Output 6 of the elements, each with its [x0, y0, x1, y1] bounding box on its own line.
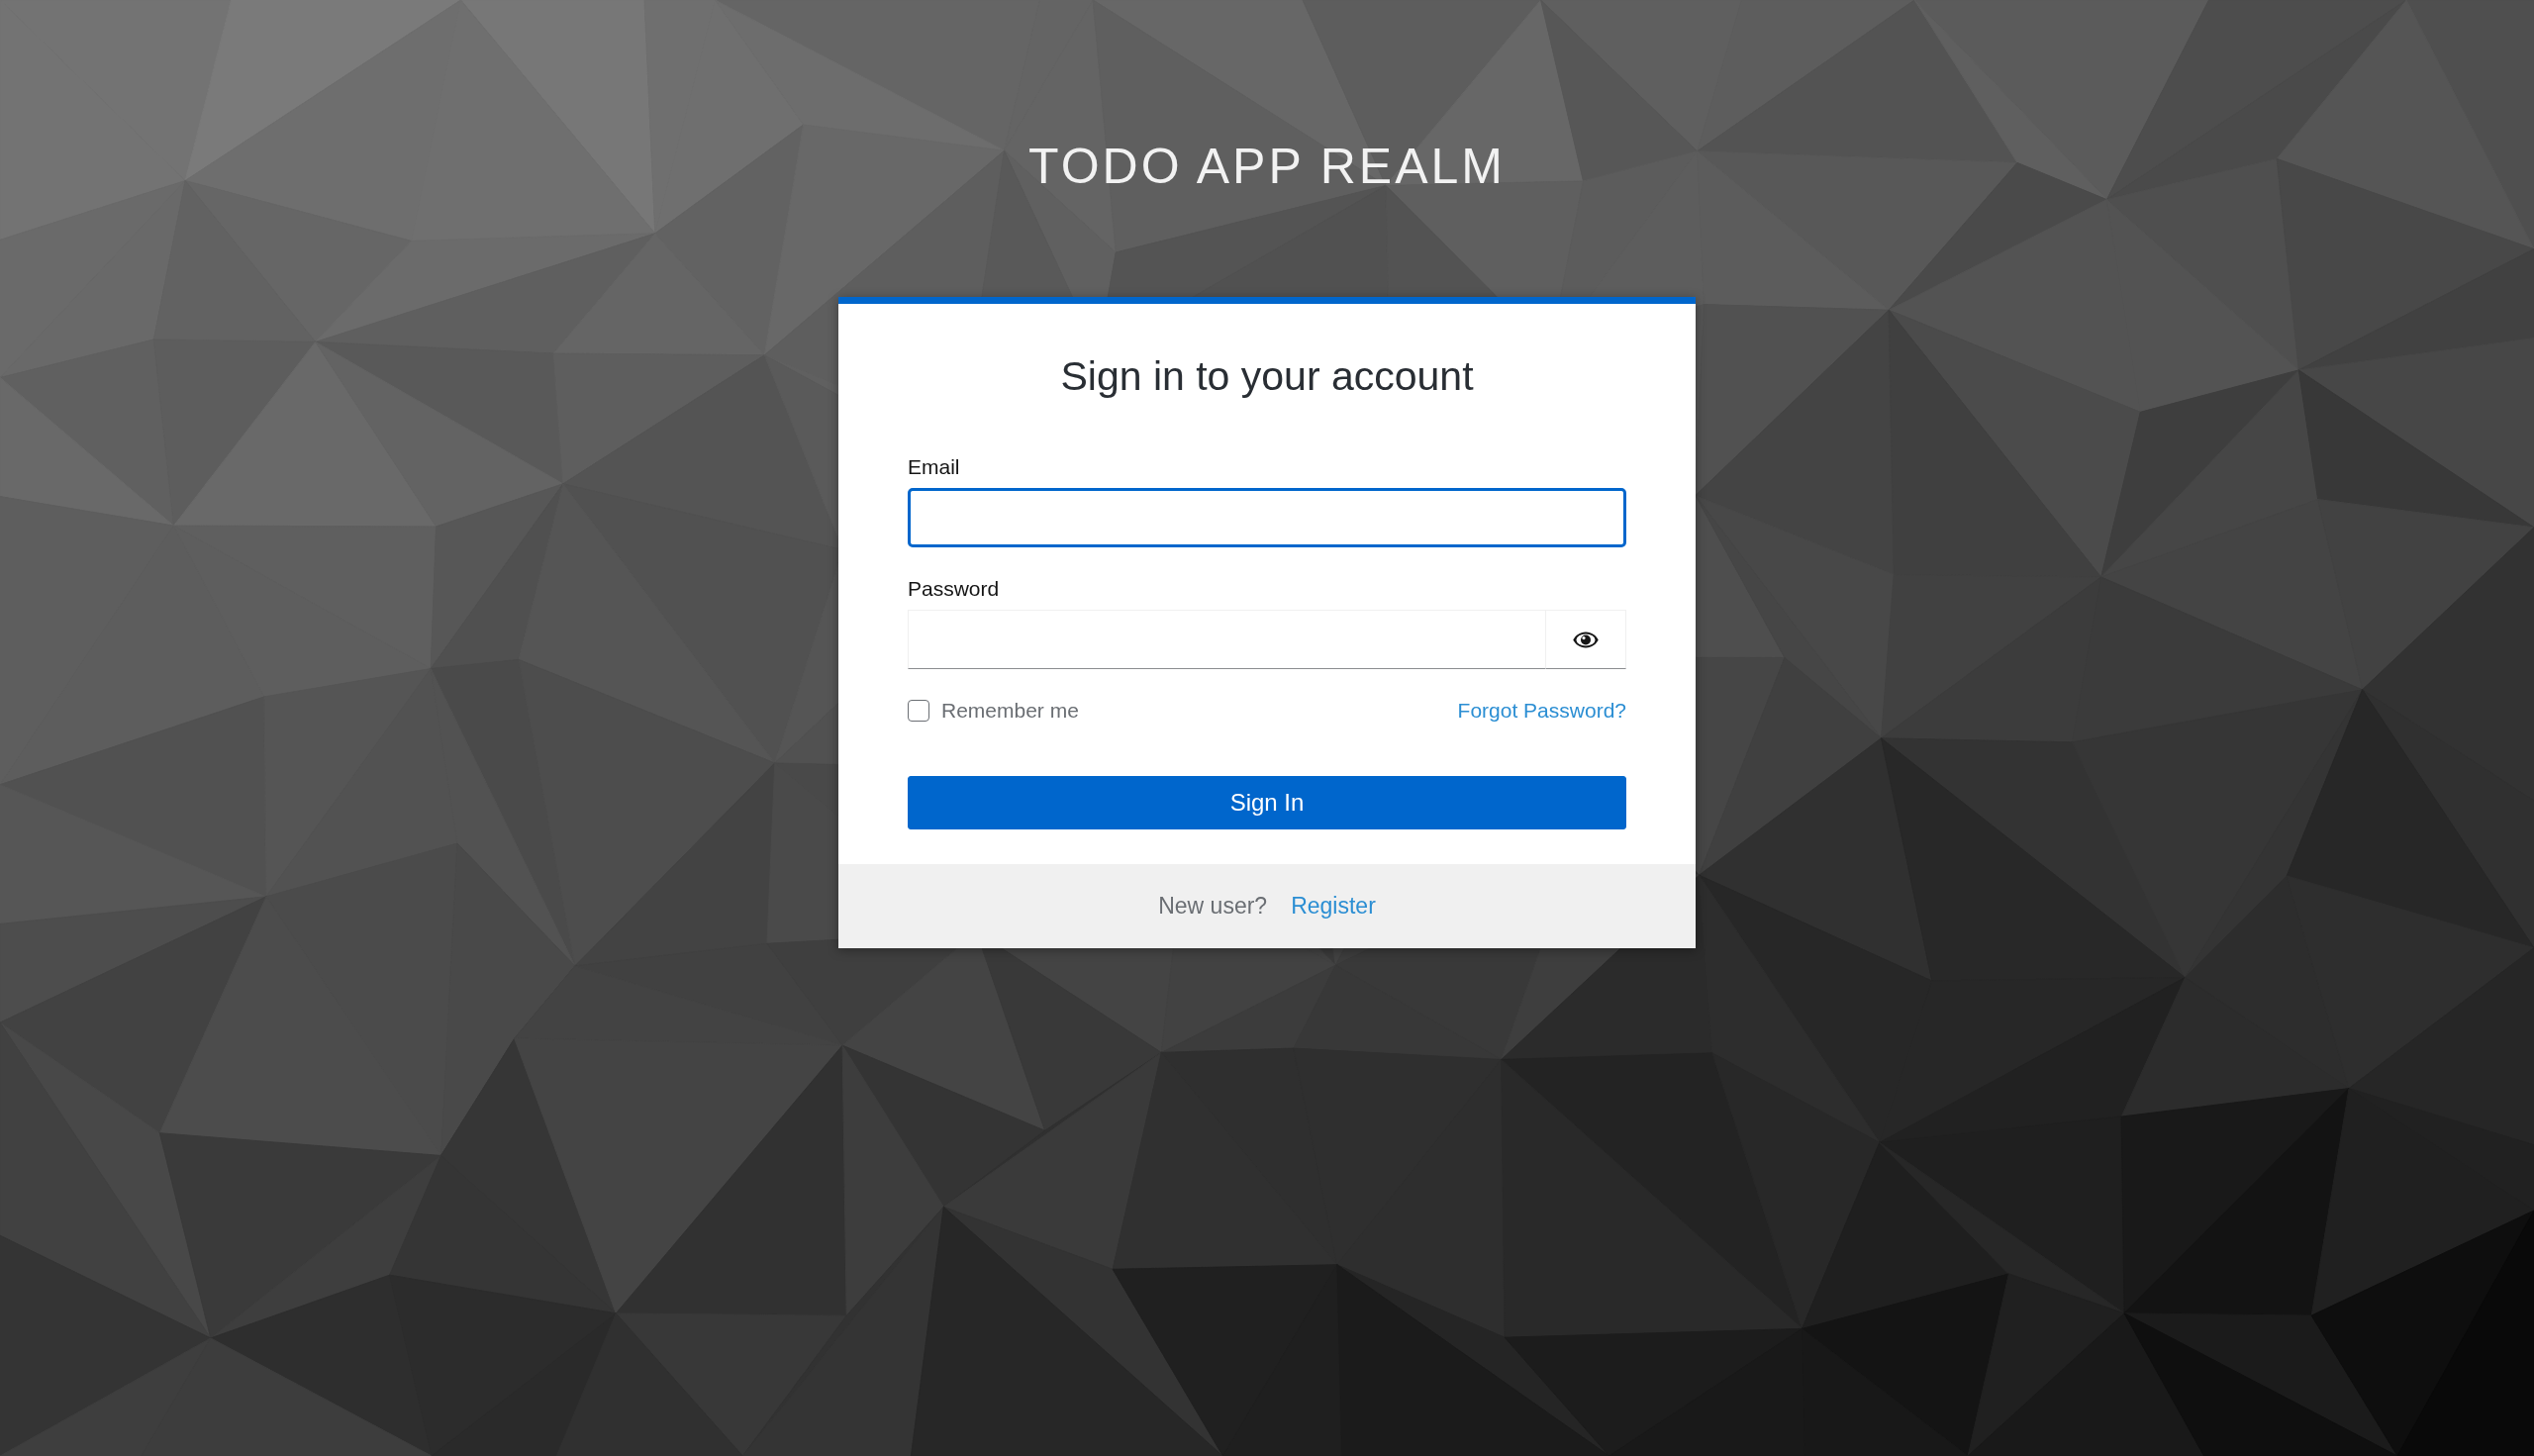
field-label: Password: [908, 576, 1000, 602]
form-heading: Sign in to your account: [1059, 352, 1475, 401]
new-user-text: New user?: [1158, 892, 1268, 922]
checkbox-label: Remember me: [941, 698, 1079, 724]
realm-title: TODO APP REALM: [1028, 138, 1506, 196]
field-label: Email: [908, 454, 960, 480]
